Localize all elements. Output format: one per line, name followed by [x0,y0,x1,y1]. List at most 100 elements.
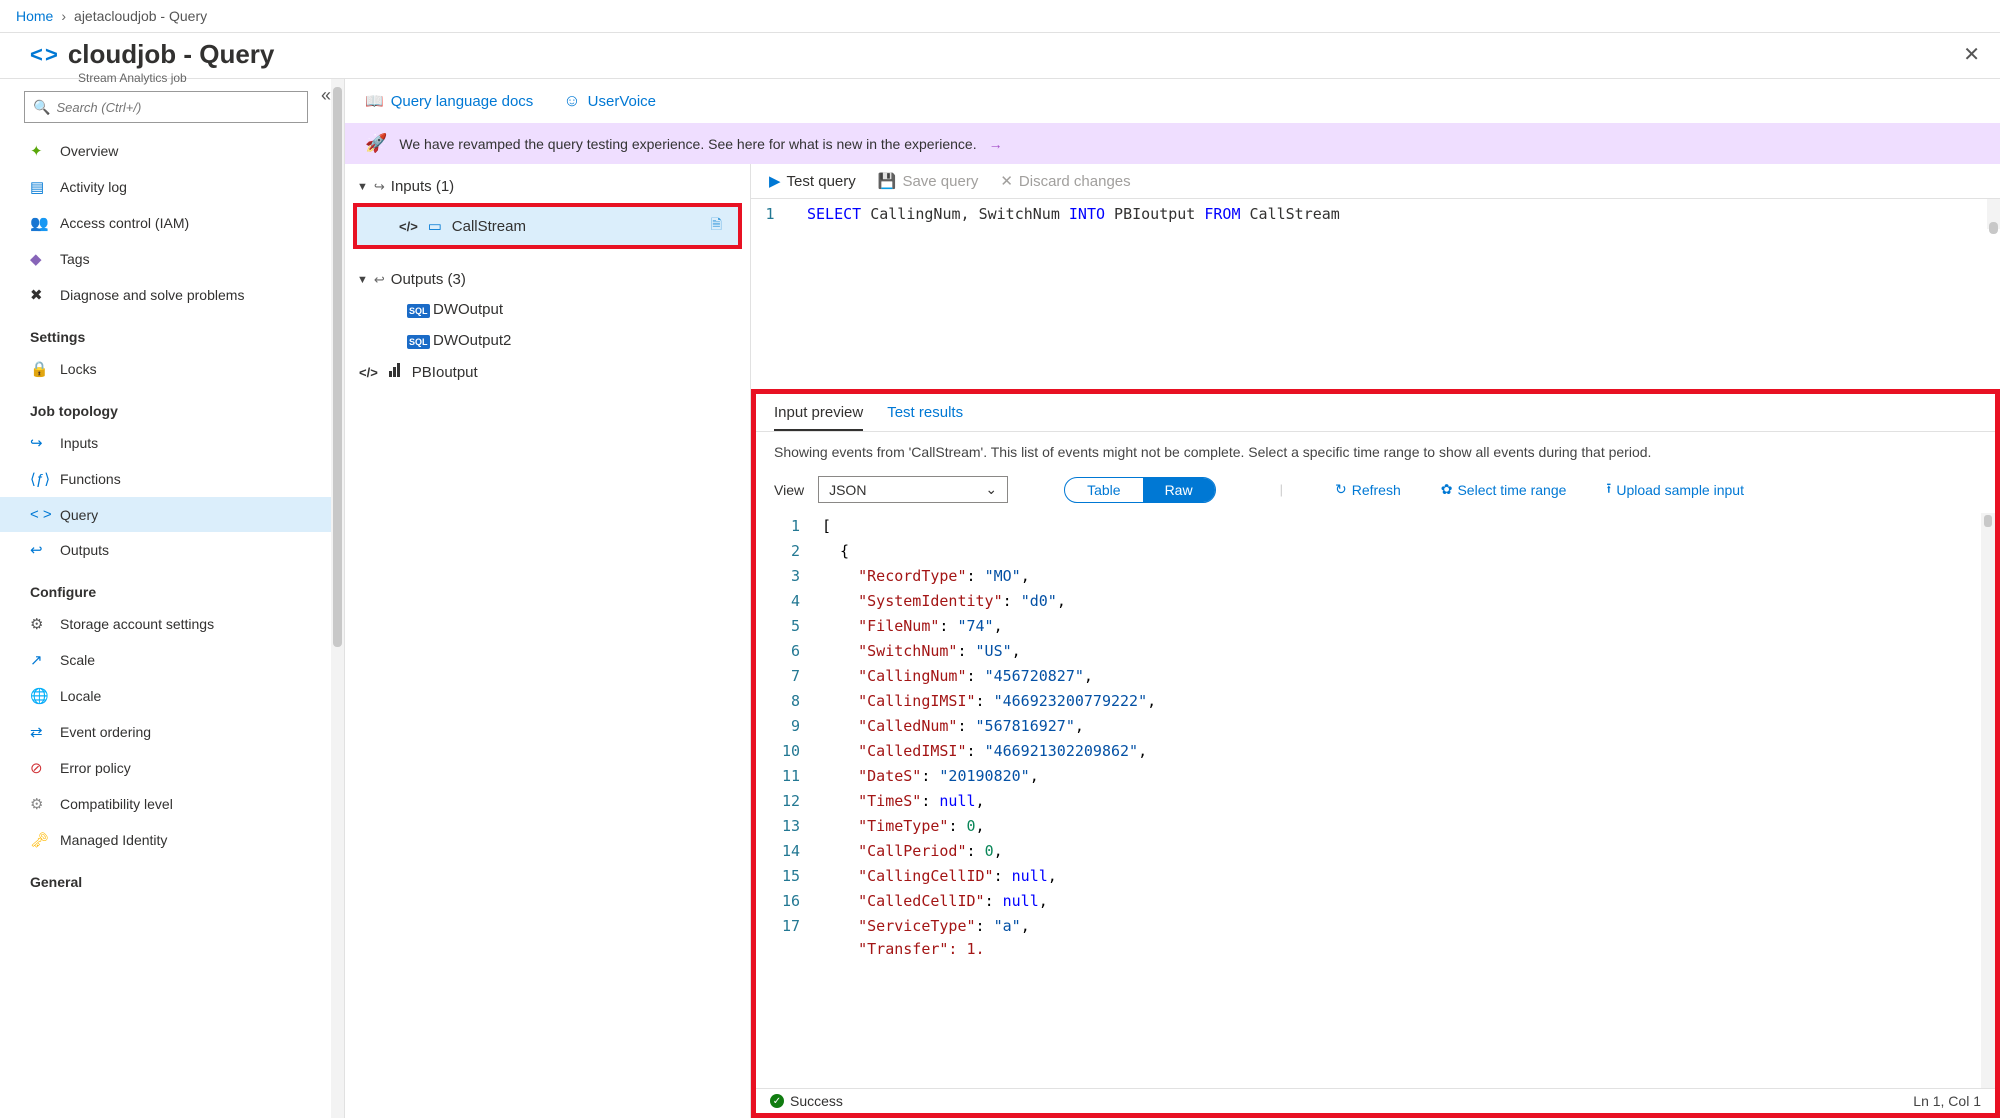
sidebar-item-functions[interactable]: ⟨ƒ⟩Functions [0,461,332,497]
query-editor[interactable]: 1 SELECT CallingNum, SwitchNum INTO PBIo… [751,199,2000,229]
sidebar: 🔍 ✦Overview▤Activity log👥Access control … [0,79,332,1118]
editor-scrollbar[interactable] [1989,222,1998,234]
docs-label: Query language docs [391,93,534,110]
refresh-button[interactable]: ↻ Refresh [1335,481,1401,498]
select-time-range-button[interactable]: ✿ Select time range [1441,481,1567,498]
sidebar-item-diagnose[interactable]: ✖ Diagnose and solve problems [0,277,332,313]
toggle-raw[interactable]: Raw [1143,478,1215,502]
sidebar-item-compat[interactable]: ⚙ Compatibility level [0,786,332,822]
sidebar-scrollbar[interactable] [331,79,344,1118]
sql-output-icon: SQL [407,301,425,318]
query-toolbar: ▶ Test query 💾 Save query ✕ Discard chan… [751,164,2000,199]
sidebar-heading: Settings [0,313,332,351]
code-icon: </> [399,219,418,234]
outputs-icon: ↩ [30,541,52,559]
event-ordering-icon: ⇄ [30,723,52,741]
upload-sample-button[interactable]: ⭱ Upload sample input [1606,478,1744,502]
uservoice-link[interactable]: ☺ UserVoice [563,91,656,111]
sidebar-item-label: Locks [60,361,97,377]
json-viewer[interactable]: 1234567891011121314151617 [ { "RecordTyp… [756,513,1995,1088]
view-dropdown-value: JSON [829,482,866,498]
breadcrumb-home[interactable]: Home [16,8,53,24]
file-icon[interactable]: 🗎 [711,214,722,238]
toggle-table[interactable]: Table [1065,478,1142,502]
sidebar-item-storage[interactable]: ⚙Storage account settings [0,606,332,642]
sidebar-item-label: Access control (IAM) [60,215,189,231]
search-box[interactable]: 🔍 [24,91,308,123]
upload-label: Upload sample input [1616,482,1744,498]
tab-test-results[interactable]: Test results [887,404,963,431]
json-scrollbar[interactable] [1981,513,1995,1088]
sidebar-item-label: Event ordering [60,724,151,740]
view-dropdown[interactable]: JSON ⌄ [818,476,1008,503]
sidebar-item-scale[interactable]: ↗Scale [0,642,332,678]
diagnose-icon: ✖ [30,286,52,304]
preview-tabs: Input preview Test results [756,394,1995,432]
compat-icon: ⚙ [30,795,52,813]
sidebar-item-activity-log[interactable]: ▤Activity log [0,169,332,205]
sql-code: SELECT CallingNum, SwitchNum INTO PBIout… [789,205,1340,223]
save-query-button[interactable]: 💾 Save query [878,172,979,190]
error-policy-icon: ⊘ [30,759,52,777]
sidebar-item-label: Inputs [60,435,98,451]
sidebar-item-label: Diagnose and solve problems [60,287,244,303]
sidebar-item-event-ordering[interactable]: ⇄ Event ordering [0,714,332,750]
tab-input-preview[interactable]: Input preview [774,404,863,431]
sql-icon: SQL [407,304,430,318]
discard-changes-button[interactable]: ✕ Discard changes [1000,172,1130,190]
input-callstream[interactable]: </> ▭ CallStream 🗎 [357,207,738,245]
chevron-down-icon: ⌄ [985,481,997,498]
sidebar-item-overview[interactable]: ✦Overview [0,133,332,169]
output-label: DWOutput2 [433,332,511,349]
output-dwoutput[interactable]: SQLDWOutput [345,294,750,325]
query-language-docs-link[interactable]: 📖 Query language docs [365,92,533,110]
preview-panel-highlight: Input preview Test results Showing event… [751,389,2000,1118]
outputs-group-label: Outputs (3) [391,271,466,288]
uservoice-label: UserVoice [588,93,656,110]
scale-icon: ↗ [30,651,52,669]
output-label: PBIoutput [412,364,478,381]
arrow-right-icon[interactable]: → [989,136,1003,152]
divider: | [1280,482,1283,497]
sidebar-item-label: Managed Identity [60,832,167,848]
caret-down-icon: ▼ [357,274,368,286]
test-query-label: Test query [787,173,856,190]
locks-icon: 🔒 [30,360,52,378]
sidebar-item-label: Outputs [60,542,109,558]
sidebar-item-locale[interactable]: 🌐Locale [0,678,332,714]
tags-icon: ◆ [30,250,52,268]
sidebar-item-outputs[interactable]: ↩ Outputs [0,532,332,568]
preview-description: Showing events from 'CallStream'. This l… [756,432,1995,472]
sidebar-item-tags[interactable]: ◆Tags [0,241,332,277]
sidebar-item-error-policy[interactable]: ⊘Error policy [0,750,332,786]
code-icon: </> [359,365,378,380]
sidebar-item-label: Compatibility level [60,796,173,812]
search-input[interactable] [56,100,299,115]
test-query-button[interactable]: ▶ Test query [769,172,856,190]
sidebar-heading: Job topology [0,387,332,425]
banner-text: We have revamped the query testing exper… [399,136,976,152]
save-query-label: Save query [902,173,978,190]
output-dwoutput2[interactable]: SQLDWOutput2 [345,325,750,356]
play-icon: ▶ [769,172,781,190]
refresh-label: Refresh [1352,482,1401,498]
sidebar-heading: General [0,858,332,896]
outputs-group[interactable]: ▼ ↩ Outputs (3) [345,265,750,294]
sidebar-item-query[interactable]: < >Query [0,497,332,532]
inputs-group[interactable]: ▼ ↪ Inputs (1) [345,172,750,201]
output-arrow-icon: ↩ [374,272,385,288]
collapse-sidebar-icon[interactable]: « [321,85,331,106]
output-pbioutput[interactable]: </> PBIoutput [345,356,750,388]
sidebar-item-label: Query [60,507,98,523]
info-banner: 🚀 We have revamped the query testing exp… [345,123,2000,164]
sidebar-item-managed-identity[interactable]: 🗝Managed Identity [0,822,332,858]
refresh-icon: ↻ [1335,481,1347,498]
sidebar-item-inputs[interactable]: ↪Inputs [0,425,332,461]
code-brackets-icon: < > [30,42,56,68]
sidebar-heading: Configure [0,568,332,606]
sidebar-item-locks[interactable]: 🔒 Locks [0,351,332,387]
overview-icon: ✦ [30,142,52,160]
sidebar-item-access-control[interactable]: 👥Access control (IAM) [0,205,332,241]
sidebar-item-label: Activity log [60,179,127,195]
close-icon[interactable]: ✕ [1963,42,1980,67]
